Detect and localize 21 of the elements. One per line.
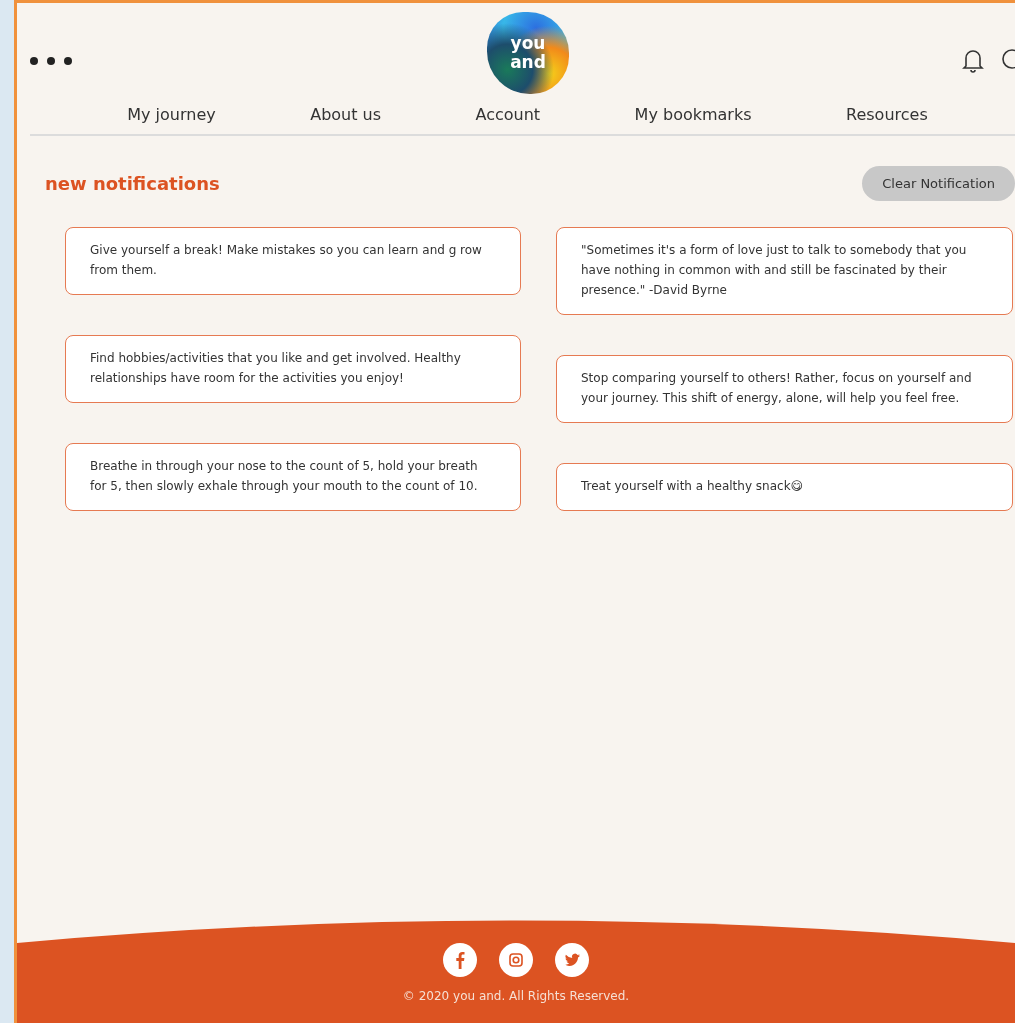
notification-card: "Sometimes it's a form of love just to talk to somebody that you have nothing in common with and still be fascinated by their presence." -David Byrne [556, 227, 1013, 315]
search-icon[interactable] [1001, 48, 1015, 72]
nav-link[interactable]: Account [475, 105, 541, 124]
facebook-icon[interactable] [443, 943, 477, 977]
section-title: new notifications [45, 173, 220, 194]
nav-link[interactable]: My bookmarks [634, 105, 752, 124]
clear-notification-button[interactable]: Clear Notification [862, 166, 1015, 201]
nav-link[interactable]: Resources [846, 105, 928, 124]
logo[interactable]: you and [487, 12, 569, 94]
copyright-text: © 2020 you and. All Rights Reserved. [402, 989, 630, 1003]
twitter-icon[interactable] [555, 943, 589, 977]
notification-card: Breathe in through your nose to the count of 5, hold your breath for 5, then slowly exhale through your mouth to the count of 10. [65, 443, 521, 511]
nav-link[interactable]: My journey [127, 105, 216, 124]
instagram-icon[interactable] [499, 943, 533, 977]
more-icon[interactable] [29, 56, 73, 66]
notification-card: Find hobbies/activities that you like and get involved. Healthy relationships have room for the activities you enjoy! [65, 335, 521, 403]
bell-icon[interactable] [961, 47, 985, 73]
notification-card: Stop comparing yourself to others! Rather, focus on yourself and your journey. This shift of energy, alone, will help you feel free. [556, 355, 1013, 423]
nav-link[interactable]: About us [310, 105, 382, 124]
notification-card: Give yourself a break! Make mistakes so you can learn and g row from them. [65, 227, 521, 295]
notification-card: Treat yourself with a healthy snack😋 [556, 463, 1013, 511]
